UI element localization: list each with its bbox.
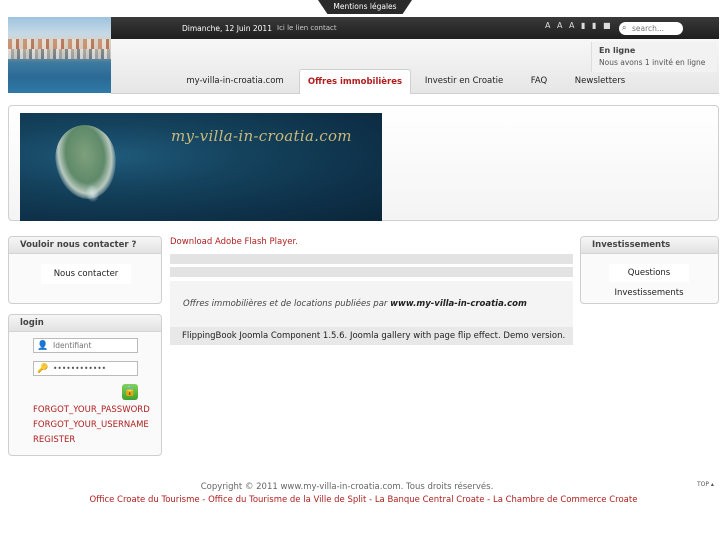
nav-strip: En ligne Nous avons 1 invité en ligne my… xyxy=(111,39,719,94)
offers-site: www.my-villa-in-croatia.com xyxy=(390,299,527,309)
questions-link[interactable]: Questions xyxy=(609,264,689,282)
footer-link-chambre[interactable]: La Chambre de Commerce Croate xyxy=(493,495,637,505)
copyright: Copyright © 2011 www.my-villa-in-croatia… xyxy=(200,482,494,492)
username-input[interactable] xyxy=(53,340,135,351)
login-submit-button[interactable]: 🔒 xyxy=(122,384,138,400)
footer-links: Office Croate du Tourisme - Office du To… xyxy=(0,495,727,505)
offers-text: Offres immobilières et de locations publ… xyxy=(183,299,527,309)
contact-module: Vouloir nous contacter ? Nous contacter xyxy=(8,236,162,304)
current-date: Dimanche, 12 Juin 2011 xyxy=(182,24,272,33)
flippingbook-credit[interactable]: FlippingBook Joomla Component 1.5.6. Joo… xyxy=(170,327,573,345)
photo-roofs xyxy=(8,39,111,49)
investments-link[interactable]: Investissements xyxy=(609,284,689,302)
search-icon: ⌕ xyxy=(622,23,627,32)
nav-item-home[interactable]: my-villa-in-croatia.com xyxy=(179,69,291,94)
login-module: login 👤 🔑 🔒 FORGOT_YOUR_PASSWORD FORGOT_… xyxy=(8,314,162,456)
investments-module: Investissements Questions Investissement… xyxy=(580,236,719,304)
banner-brand-text: my-villa-in-croatia.com xyxy=(171,127,352,145)
flipbook-bar-bottom xyxy=(170,267,573,277)
contact-module-title: Vouloir nous contacter ? xyxy=(9,237,161,254)
password-field[interactable]: 🔑 xyxy=(33,361,138,376)
footer-separator: - xyxy=(366,495,375,505)
key-icon: 🔑 xyxy=(37,364,49,374)
search-input[interactable] xyxy=(632,23,680,34)
offers-panel: Offres immobilières et de locations publ… xyxy=(170,281,573,345)
investments-module-title: Investissements xyxy=(581,237,718,254)
nav-item-newsletters[interactable]: Newsletters xyxy=(567,69,633,94)
back-to-top-link[interactable]: TOP ▴ xyxy=(697,481,714,488)
footer-separator: - xyxy=(199,495,209,505)
nav-item-offres[interactable]: Offres immobilières xyxy=(299,69,411,94)
contact-link[interactable]: Ici le lien contact xyxy=(277,24,337,32)
login-module-title: login xyxy=(9,315,161,332)
footer-link-split[interactable]: Office du Tourisme de la Ville de Split xyxy=(208,495,366,505)
legal-tab[interactable]: Mentions légales xyxy=(318,0,412,14)
forgot-username-link[interactable]: FORGOT_YOUR_USERNAME xyxy=(33,420,149,430)
forgot-password-link[interactable]: FORGOT_YOUR_PASSWORD xyxy=(33,405,150,415)
username-field[interactable]: 👤 xyxy=(33,338,138,353)
offers-prefix: Offres immobilières et de locations publ… xyxy=(183,299,391,309)
flipbook-bar-top xyxy=(170,254,573,264)
photo-boats xyxy=(8,49,111,59)
contact-us-link[interactable]: Nous contacter xyxy=(41,264,131,284)
top-bar: Dimanche, 12 Juin 2011 Ici le lien conta… xyxy=(111,17,719,39)
nav-item-investir[interactable]: Investir en Croatie xyxy=(417,69,511,94)
footer-link-banque[interactable]: La Banque Central Croate xyxy=(375,495,485,505)
footer-link-tourisme[interactable]: Office Croate du Tourisme xyxy=(90,495,200,505)
flash-player-link[interactable]: Download Adobe Flash Player. xyxy=(170,237,298,247)
password-input[interactable] xyxy=(53,363,135,374)
online-title: En ligne xyxy=(599,46,636,55)
user-icon: 👤 xyxy=(37,341,49,351)
lock-icon: 🔒 xyxy=(123,386,137,397)
header-photo xyxy=(8,17,111,93)
online-text: Nous avons 1 invité en ligne xyxy=(599,58,706,67)
banner-panel: my-villa-in-croatia.com xyxy=(8,105,719,221)
banner-image: my-villa-in-croatia.com xyxy=(20,113,382,221)
footer-separator: - xyxy=(484,495,493,505)
legal-link[interactable]: Mentions légales xyxy=(333,2,396,11)
font-size-tools[interactable]: A A A ▮ ▮ ■ xyxy=(545,21,613,30)
island-tip xyxy=(84,183,101,204)
nav-item-faq[interactable]: FAQ xyxy=(519,69,559,94)
register-link[interactable]: REGISTER xyxy=(33,435,75,445)
search-box[interactable]: ⌕ xyxy=(619,22,683,35)
island-graphic xyxy=(51,121,121,204)
online-panel: En ligne Nous avons 1 invité en ligne xyxy=(591,42,717,72)
